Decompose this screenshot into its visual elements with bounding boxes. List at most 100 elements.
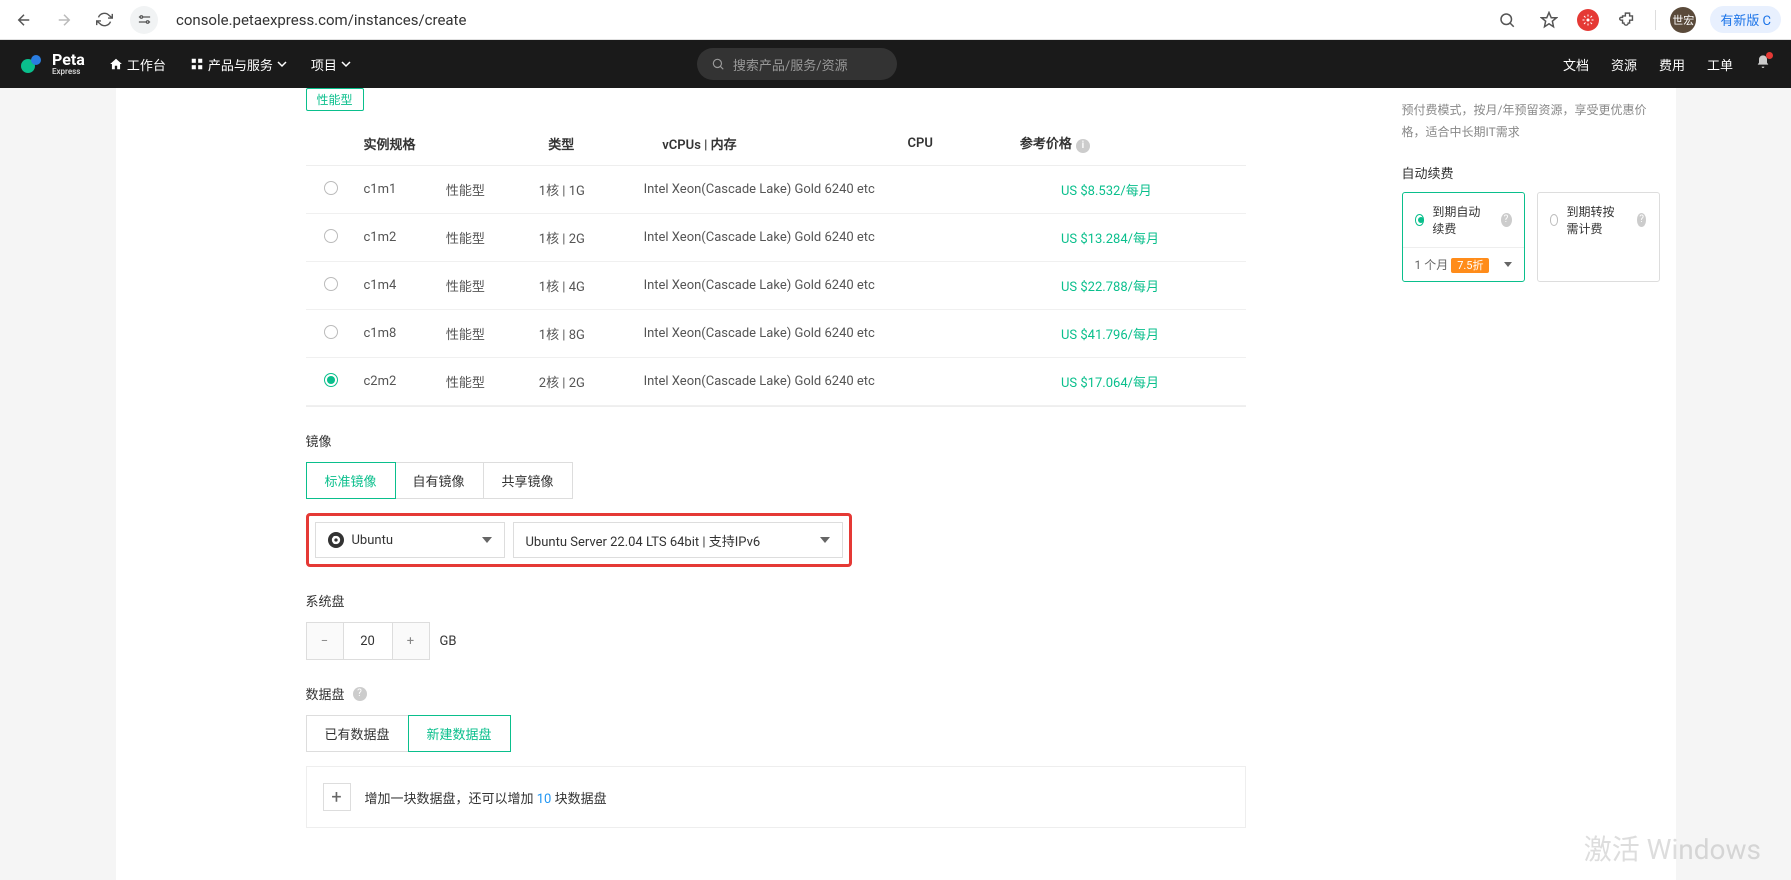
- sysdisk-label: 系统盘: [306, 591, 1246, 610]
- chevron-down-icon: [341, 59, 351, 69]
- cell-type: 性能型: [438, 214, 531, 262]
- cell-vcpu: 1核 | 2G: [531, 214, 636, 262]
- radio-icon[interactable]: [324, 229, 338, 243]
- bookmark-icon[interactable]: [1535, 6, 1563, 34]
- sysdisk-stepper: − 20 + GB: [306, 622, 1246, 660]
- grid-icon: [190, 57, 204, 71]
- renew-period-select[interactable]: 1 个月 7.5折: [1403, 247, 1524, 281]
- cell-type: 性能型: [438, 166, 531, 214]
- radio-icon: [1550, 214, 1559, 226]
- side-panel: 预付费模式，按月/年预留资源，享受更优惠价格，适合中长期IT需求 自动续费 到期…: [1386, 88, 1676, 880]
- radio-icon[interactable]: [324, 181, 338, 195]
- forward-button[interactable]: [50, 6, 78, 34]
- cell-cpu: Intel Xeon(Cascade Lake) Gold 6240 etc: [636, 358, 1053, 406]
- site-settings-icon[interactable]: [130, 6, 158, 34]
- new-version-badge[interactable]: 有新版 C: [1710, 6, 1781, 33]
- col-price: 参考价格i: [1012, 121, 1246, 166]
- zoom-icon[interactable]: [1493, 6, 1521, 34]
- table-row[interactable]: c1m1 性能型 1核 | 1G Intel Xeon(Cascade Lake…: [306, 166, 1246, 214]
- os-select[interactable]: Ubuntu: [315, 522, 505, 558]
- cell-type: 性能型: [438, 310, 531, 358]
- cell-price: US $41.796/每月: [1053, 310, 1246, 358]
- url-bar[interactable]: console.petaexpress.com/instances/create: [170, 11, 1481, 29]
- table-row[interactable]: c2m2 性能型 2核 | 2G Intel Xeon(Cascade Lake…: [306, 358, 1246, 406]
- profile-avatar[interactable]: 世宏: [1670, 7, 1696, 33]
- auto-renew-label: 自动续费: [1402, 163, 1660, 182]
- image-tabs: 标准镜像 自有镜像 共享镜像: [306, 462, 573, 499]
- home-icon: [109, 57, 123, 71]
- tab-new-disk[interactable]: 新建数据盘: [408, 715, 511, 752]
- tab-own-image[interactable]: 自有镜像: [395, 463, 484, 498]
- search-input[interactable]: 搜索产品/服务/资源: [697, 48, 897, 80]
- nav-workbench[interactable]: 工作台: [109, 55, 166, 74]
- chevron-down-icon: [820, 537, 830, 543]
- stepper-plus[interactable]: +: [393, 623, 429, 659]
- info-icon: ?: [1637, 213, 1647, 227]
- chevron-down-icon: [482, 537, 492, 543]
- logo[interactable]: PetaExpress: [20, 52, 85, 76]
- nav-products[interactable]: 产品与服务: [190, 55, 287, 74]
- add-disk-button[interactable]: +: [323, 783, 351, 811]
- cell-type: 性能型: [438, 262, 531, 310]
- col-vcpu: vCPUs | 内存: [654, 121, 899, 166]
- stepper-value[interactable]: 20: [343, 623, 393, 659]
- cell-spec: c1m2: [356, 214, 438, 262]
- nav-docs[interactable]: 文档: [1563, 55, 1589, 74]
- radio-icon: [1415, 214, 1425, 226]
- search-icon: [711, 57, 725, 71]
- table-row[interactable]: c1m4 性能型 1核 | 4G Intel Xeon(Cascade Lake…: [306, 262, 1246, 310]
- image-selectors-highlighted: Ubuntu Ubuntu Server 22.04 LTS 64bit | 支…: [306, 513, 852, 567]
- cell-spec: c1m1: [356, 166, 438, 214]
- tab-existing-disk[interactable]: 已有数据盘: [307, 716, 409, 751]
- chevron-down-icon: [1504, 262, 1512, 267]
- cell-cpu: Intel Xeon(Cascade Lake) Gold 6240 etc: [636, 214, 1053, 262]
- radio-icon[interactable]: [324, 373, 338, 387]
- renew-option-auto[interactable]: 到期自动续费? 1 个月 7.5折: [1402, 192, 1525, 282]
- nav-tickets[interactable]: 工单: [1707, 55, 1733, 74]
- performance-tag: 性能型: [306, 88, 364, 111]
- extension-badge-icon[interactable]: [1577, 9, 1599, 31]
- app-topbar: PetaExpress 工作台 产品与服务 项目 搜索产品/服务/资源 文档 资…: [0, 40, 1791, 88]
- col-type: 类型: [540, 121, 654, 166]
- info-icon[interactable]: ?: [353, 687, 367, 701]
- nav-fees[interactable]: 费用: [1659, 55, 1685, 74]
- renew-option-ondemand[interactable]: 到期转按需计费?: [1537, 192, 1660, 282]
- datadisk-label: 数据盘?: [306, 684, 1246, 703]
- cell-cpu: Intel Xeon(Cascade Lake) Gold 6240 etc: [636, 166, 1053, 214]
- cell-price: US $13.284/每月: [1053, 214, 1246, 262]
- table-row[interactable]: c1m8 性能型 1核 | 8G Intel Xeon(Cascade Lake…: [306, 310, 1246, 358]
- radio-icon[interactable]: [324, 325, 338, 339]
- tab-shared-image[interactable]: 共享镜像: [484, 463, 572, 498]
- datadisk-tabs: 已有数据盘 新建数据盘: [306, 715, 511, 752]
- ubuntu-icon: [328, 532, 344, 548]
- nav-project[interactable]: 项目: [311, 55, 351, 74]
- radio-icon[interactable]: [324, 277, 338, 291]
- tab-standard-image[interactable]: 标准镜像: [306, 462, 396, 499]
- info-icon[interactable]: i: [1076, 139, 1090, 153]
- stepper-minus[interactable]: −: [307, 623, 343, 659]
- nav-resources[interactable]: 资源: [1611, 55, 1637, 74]
- back-button[interactable]: [10, 6, 38, 34]
- table-row[interactable]: c1m2 性能型 1核 | 2G Intel Xeon(Cascade Lake…: [306, 214, 1246, 262]
- cell-vcpu: 2核 | 2G: [531, 358, 636, 406]
- browser-toolbar: console.petaexpress.com/instances/create…: [0, 0, 1791, 40]
- side-description: 预付费模式，按月/年预留资源，享受更优惠价格，适合中长期IT需求: [1402, 100, 1660, 143]
- extensions-icon[interactable]: [1613, 6, 1641, 34]
- sysdisk-unit: GB: [440, 634, 457, 649]
- chevron-down-icon: [277, 59, 287, 69]
- cell-type: 性能型: [438, 358, 531, 406]
- cell-spec: c1m8: [356, 310, 438, 358]
- notifications-button[interactable]: [1755, 54, 1771, 74]
- cell-spec: c1m4: [356, 262, 438, 310]
- add-disk-text: 增加一块数据盘，还可以增加 10 块数据盘: [365, 788, 607, 807]
- cell-vcpu: 1核 | 4G: [531, 262, 636, 310]
- col-spec: 实例规格: [356, 121, 541, 166]
- cell-price: US $8.532/每月: [1053, 166, 1246, 214]
- cell-cpu: Intel Xeon(Cascade Lake) Gold 6240 etc: [636, 262, 1053, 310]
- cell-spec: c2m2: [356, 358, 438, 406]
- cell-price: US $17.064/每月: [1053, 358, 1246, 406]
- os-version-select[interactable]: Ubuntu Server 22.04 LTS 64bit | 支持IPv6: [513, 522, 843, 558]
- image-label: 镜像: [306, 431, 1246, 450]
- col-cpu: CPU: [900, 121, 1012, 166]
- reload-button[interactable]: [90, 6, 118, 34]
